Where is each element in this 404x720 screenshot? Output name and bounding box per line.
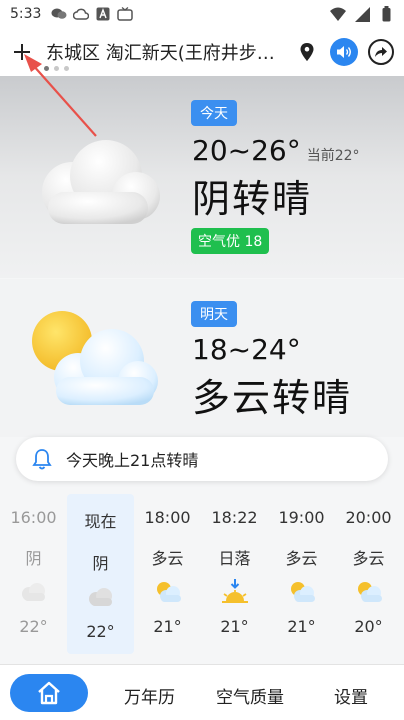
settings-tab[interactable]: 设置 [334,683,368,708]
sunset-icon [219,579,251,605]
chat-icon [51,6,67,22]
tomorrow-tag: 明天 [191,301,237,327]
cloud-status-icon [73,6,90,22]
hour-time: 18:22 [211,508,258,527]
plus-icon [14,44,30,60]
today-temp-range: 20~26° 当前22° [192,134,360,167]
cloud-icon [18,579,50,605]
hour-time: 18:00 [144,508,191,527]
today-temp-value: 20~26° [192,134,301,167]
today-current-temp: 当前22° [306,148,360,164]
hour-temp: 21° [153,617,182,636]
hour-condition: 多云 [285,549,318,568]
aqi-badge[interactable]: 空气优 18 [191,228,270,254]
location-pin-icon [300,43,314,61]
hour-condition: 日落 [218,549,251,568]
today-condition: 阴转晴 [192,177,313,221]
home-icon [38,681,60,704]
hour-temp: 20° [354,617,383,636]
share-icon [375,47,387,57]
speaker-icon [337,46,351,58]
weather-alert-pill[interactable]: 今天晚上21点转晴 [16,437,388,481]
hour-time: 19:00 [278,508,325,527]
partly-cloudy-icon [286,579,318,605]
wifi-icon [330,6,346,22]
hour-column[interactable]: 16:00 阴 22° [0,494,67,654]
page-dot [54,66,59,71]
calendar-tab[interactable]: 万年历 [124,683,175,708]
app-tv-icon [117,6,134,22]
bell-icon [32,448,54,470]
location-title[interactable]: 东城区 淘汇新天(王府井步… [46,39,282,65]
signal-icon [354,6,370,22]
hour-temp: 21° [220,617,249,636]
home-tab[interactable] [10,673,88,712]
today-tag: 今天 [191,100,237,126]
alert-text: 今天晚上21点转晴 [66,451,199,470]
hour-time: 16:00 [10,508,57,527]
partly-cloudy-large-icon [32,311,158,405]
hour-column[interactable]: 19:00 多云 21° [268,494,335,654]
status-time: 5:33 [10,6,42,22]
bottom-nav: 万年历 空气质量 设置 [0,664,404,720]
hour-column[interactable]: 20:00 多云 20° [335,494,402,654]
hour-temp: 21° [287,617,316,636]
page-dot [44,66,49,71]
tomorrow-weather-card[interactable]: 明天 18~24° 多云转晴 [0,279,404,437]
location-button[interactable] [294,39,320,65]
air-quality-tab[interactable]: 空气质量 [216,683,284,708]
partly-cloudy-icon [353,579,385,605]
page-dot [64,66,69,71]
share-button[interactable] [368,39,394,65]
page-indicator [44,66,69,71]
cloud-icon [85,584,117,610]
hour-time: 现在 [84,512,117,531]
hour-temp: 22° [86,622,115,641]
hour-condition: 阴 [92,554,109,573]
hour-column[interactable]: 18:22 日落 21° [201,494,268,654]
hour-temp: 22° [19,617,48,636]
hour-column-now[interactable]: 现在 阴 22° [67,494,134,654]
hourly-forecast[interactable]: 16:00 阴 22° 现在 阴 22° 18:00 多云 21° 18:22 … [0,494,404,654]
hour-condition: 多云 [352,549,385,568]
app-a-icon [95,6,111,22]
partly-cloudy-icon [152,579,184,605]
today-weather-card[interactable]: 今天 20~26° 当前22° 阴转晴 空气优 18 [0,76,404,278]
hour-time: 20:00 [345,508,392,527]
hour-column[interactable]: 18:00 多云 21° [134,494,201,654]
voice-broadcast-button[interactable] [330,38,358,66]
tomorrow-condition: 多云转晴 [192,376,353,420]
add-city-button[interactable] [10,40,34,64]
battery-icon [378,6,394,22]
hour-condition: 多云 [151,549,184,568]
tomorrow-temp-range: 18~24° [192,333,301,366]
status-bar: 5:33 [0,0,404,28]
overcast-cloud-icon [42,140,160,224]
hour-condition: 阴 [25,549,42,568]
